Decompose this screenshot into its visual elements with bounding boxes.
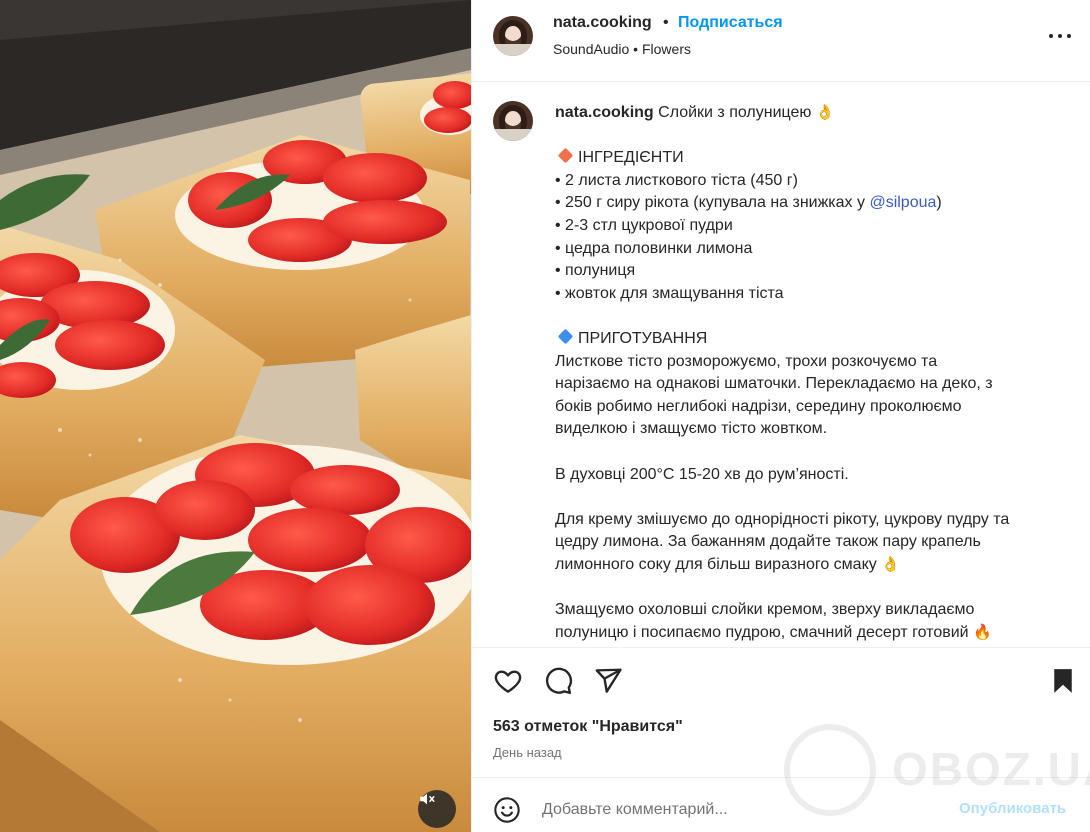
likes-count[interactable]: 563 отметок "Нравится" (493, 718, 683, 736)
post-media[interactable] (0, 0, 471, 832)
orange-diamond-icon (557, 147, 574, 164)
emoji-picker-button[interactable] (493, 796, 521, 824)
speaker-muted-icon (420, 793, 435, 805)
ingredient-line: • 250 г сиру рікота (купувала на знижках… (555, 194, 870, 212)
smiley-icon (494, 797, 520, 823)
ok-hand-emoji: 👌 (815, 104, 835, 121)
instruction-line: В духовці 200°С 15-20 хв до рум’яності. (555, 465, 849, 483)
caption-text: nata.cooking Слойки з полуницею 👌 ІНГРЕД… (555, 102, 1065, 644)
more-horizontal-icon (1049, 34, 1053, 38)
caption-avatar[interactable] (493, 101, 533, 141)
instruction-line: боків робимо неглибокі надрізи, середину… (555, 397, 962, 415)
ok-hand-emoji: 👌 (881, 555, 900, 573)
post-timestamp[interactable]: День назад (493, 745, 562, 760)
action-bar: 563 отметок "Нравится" День назад (472, 647, 1090, 777)
separator-dot: • (663, 14, 669, 31)
instruction-line: Змащуємо охоловші слойки кремом, зверху … (555, 601, 975, 619)
instruction-line: Листкове тісто розморожуємо, трохи розко… (555, 352, 938, 370)
comment-bar: Опубликовать (472, 777, 1090, 832)
publish-button[interactable]: Опубликовать (959, 800, 1066, 817)
preparation-heading: ПРИГОТУВАННЯ (578, 329, 708, 347)
post-panel: nata.cooking • Подписаться SoundAudio • … (471, 0, 1090, 832)
blue-diamond-icon (557, 328, 574, 345)
ingredient-line: • 2 листа листкового тіста (450 г) (555, 171, 798, 189)
caption-username[interactable]: nata.cooking (555, 104, 654, 121)
mention-link[interactable]: @silpoua (869, 194, 936, 211)
instruction-line: нарізаємо на однакові шматочки. Переклад… (555, 375, 993, 393)
mute-button[interactable] (418, 790, 456, 828)
follow-button[interactable]: Подписаться (678, 14, 783, 32)
heart-icon (494, 670, 522, 693)
ingredients-heading: ІНГРЕДІЄНТИ (578, 149, 684, 167)
instruction-line: лимонного соку для більш виразного смаку (555, 555, 877, 573)
instruction-line: Для крему змішуємо до однорідності рікот… (555, 510, 1010, 528)
more-options-button[interactable] (1048, 24, 1074, 48)
post-header: nata.cooking • Подписаться SoundAudio • … (472, 0, 1090, 82)
ingredient-line: • жовток для змащування тіста (555, 284, 784, 302)
paper-plane-icon (595, 668, 622, 693)
share-button[interactable] (593, 666, 623, 696)
bookmark-icon (1054, 669, 1072, 693)
caption-section: nata.cooking Слойки з полуницею 👌 ІНГРЕД… (472, 83, 1090, 646)
instruction-line: цедру лимона. За бажанням додайте також … (555, 533, 981, 551)
save-button[interactable] (1048, 666, 1078, 696)
ingredient-line: • 2-3 стл цукрової пудри (555, 216, 733, 234)
ingredient-line: • цедра половинки лимона (555, 239, 753, 257)
pastry-photo (0, 0, 471, 832)
fire-emoji: 🔥 (973, 623, 992, 641)
comment-input[interactable] (542, 798, 942, 822)
instruction-line: виделкою і змащуємо тісто жовтком. (555, 420, 828, 438)
author-username[interactable]: nata.cooking (553, 14, 652, 32)
audio-link[interactable]: SoundAudio • Flowers (553, 41, 691, 57)
instruction-line: полуницю і посипаємо пудрою, смачний дес… (555, 623, 969, 641)
caption-title: Слойки з полуницею (658, 104, 812, 121)
like-button[interactable] (493, 666, 523, 696)
comment-button[interactable] (543, 666, 573, 696)
avatar[interactable] (493, 16, 533, 56)
ingredient-line: • полуниця (555, 262, 636, 280)
comment-bubble-icon (545, 667, 572, 695)
